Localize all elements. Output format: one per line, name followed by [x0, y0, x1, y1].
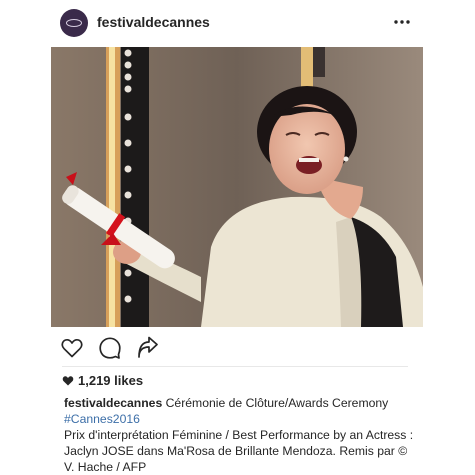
caption-title: Cérémonie de Clôture/Awards Ceremony	[165, 396, 389, 410]
comment-bubble-icon[interactable]	[98, 336, 122, 360]
caption-hashtag[interactable]: #Cannes2016	[64, 412, 140, 426]
more-dots-icon[interactable]	[393, 12, 411, 32]
festival-logo-icon	[66, 19, 82, 27]
heart-icon[interactable]	[60, 336, 84, 360]
post-photo[interactable]	[51, 47, 423, 327]
likes-text: 1,219 likes	[78, 373, 144, 388]
caption-username[interactable]: festivaldecannes	[64, 396, 162, 410]
caption-body: Prix d'interprétation Féminine / Best Pe…	[64, 428, 414, 474]
filled-heart-icon	[62, 376, 74, 386]
share-arrow-icon[interactable]	[136, 336, 160, 360]
post-caption: festivaldecannes Cérémonie de Clôture/Aw…	[64, 395, 414, 475]
post-actions	[58, 336, 418, 360]
actions-divider	[62, 366, 408, 367]
likes-count[interactable]: 1,219 likes	[62, 373, 143, 388]
post-header: festivaldecannes	[0, 0, 475, 46]
avatar[interactable]	[60, 9, 88, 37]
username[interactable]: festivaldecannes	[97, 14, 210, 30]
post-photo-image	[51, 47, 423, 327]
